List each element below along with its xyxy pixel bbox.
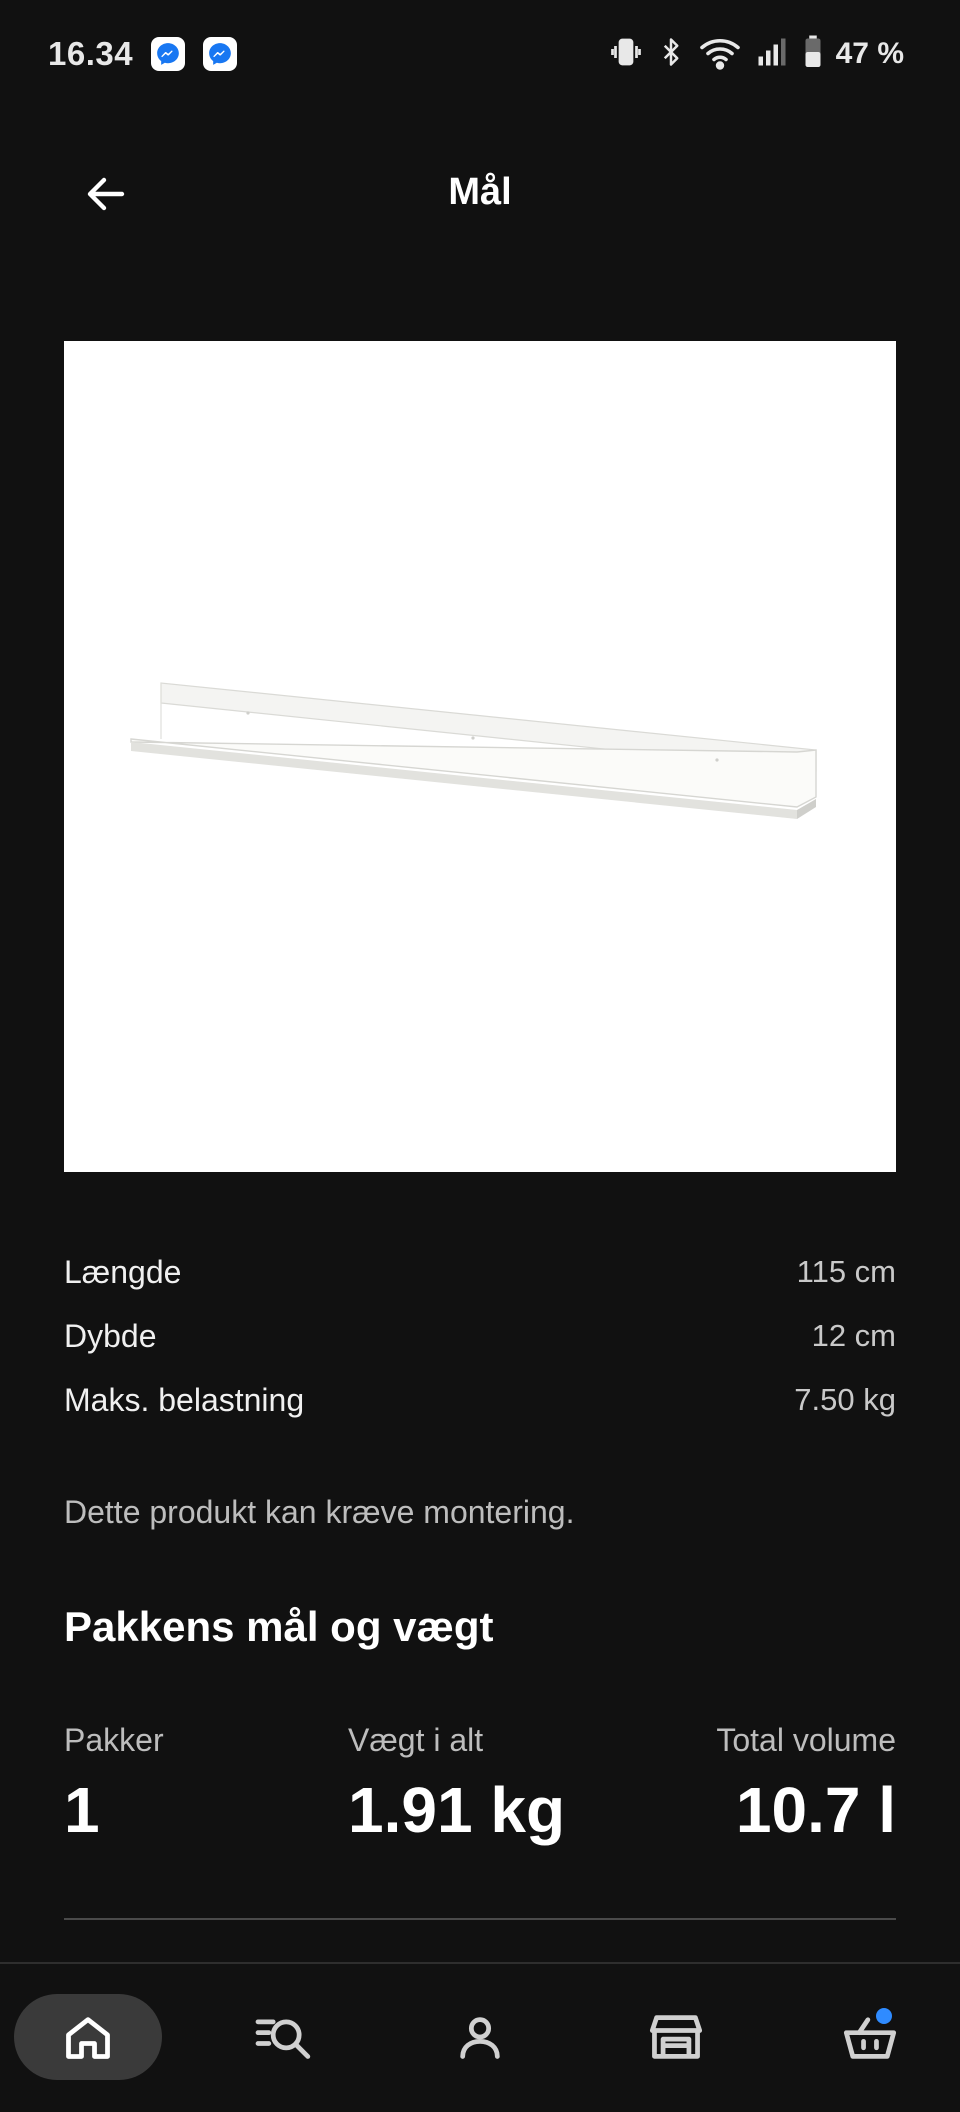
- home-icon: [66, 2017, 110, 2059]
- battery-icon: [802, 34, 824, 75]
- wifi-icon: [698, 34, 742, 75]
- package-volume: Total volume 10.7 l: [716, 1722, 896, 1847]
- package-info: Pakker 1 Vægt i alt 1.91 kg Total volume…: [64, 1722, 896, 1852]
- nav-home-button[interactable]: [14, 1994, 162, 2080]
- signal-icon: [754, 34, 790, 75]
- package-count-value: 1: [64, 1774, 100, 1846]
- package-volume-value: 10.7 l: [735, 1774, 896, 1846]
- package-count: Pakker 1: [64, 1722, 164, 1847]
- back-button[interactable]: [76, 164, 136, 224]
- spec-label: Maks. belastning: [64, 1381, 305, 1418]
- page-title: Mål: [448, 170, 512, 213]
- arrow-left-icon: [87, 177, 125, 211]
- spec-row: Dybde 12 cm: [64, 1304, 896, 1368]
- spec-value: 12 cm: [811, 1318, 896, 1353]
- nav-store-button[interactable]: [626, 1994, 726, 2080]
- package-volume-label: Total volume: [716, 1722, 896, 1758]
- bottom-navigation: [0, 1962, 960, 2112]
- messenger-icon: [151, 37, 186, 71]
- spec-value: 115 cm: [796, 1254, 896, 1289]
- spec-row: Maks. belastning 7.50 kg: [64, 1368, 896, 1432]
- status-right: 47 %: [608, 34, 904, 75]
- battery-percentage: 47 %: [835, 37, 904, 70]
- spec-label: Dybde: [64, 1317, 157, 1354]
- spec-value: 7.50 kg: [794, 1382, 896, 1417]
- status-time: 16.34: [48, 35, 134, 72]
- nav-profile-button[interactable]: [430, 1994, 530, 2080]
- search-list-icon: [255, 2019, 311, 2059]
- product-image: [64, 341, 896, 1172]
- profile-icon: [460, 2017, 500, 2059]
- spec-row: Længde 115 cm: [64, 1240, 896, 1304]
- package-weight-label: Vægt i alt: [348, 1722, 484, 1758]
- package-count-label: Pakker: [64, 1722, 164, 1758]
- status-left: 16.34: [48, 35, 238, 73]
- spec-label: Længde: [64, 1253, 182, 1290]
- bluetooth-icon: [656, 34, 686, 75]
- cart-badge: [876, 2008, 892, 2024]
- package-section-title: Pakkens mål og vægt: [64, 1603, 494, 1650]
- vibrate-icon: [608, 34, 644, 75]
- package-weight-value: 1.91 kg: [348, 1774, 566, 1846]
- package-weight: Vægt i alt 1.91 kg: [348, 1722, 565, 1847]
- nav-cart-button[interactable]: [820, 1994, 920, 2080]
- store-icon: [649, 2015, 703, 2059]
- dimensions-list: Længde 115 cm Dybde 12 cm Maks. belastni…: [64, 1240, 896, 1432]
- messenger-icon: [203, 37, 238, 71]
- nav-search-button[interactable]: [234, 1994, 334, 2080]
- assembly-note: Dette produkt kan kræve montering.: [64, 1494, 575, 1530]
- app-header: Mål: [0, 150, 960, 234]
- divider: [64, 1918, 896, 1920]
- status-bar: 16.34 47 %: [0, 0, 960, 108]
